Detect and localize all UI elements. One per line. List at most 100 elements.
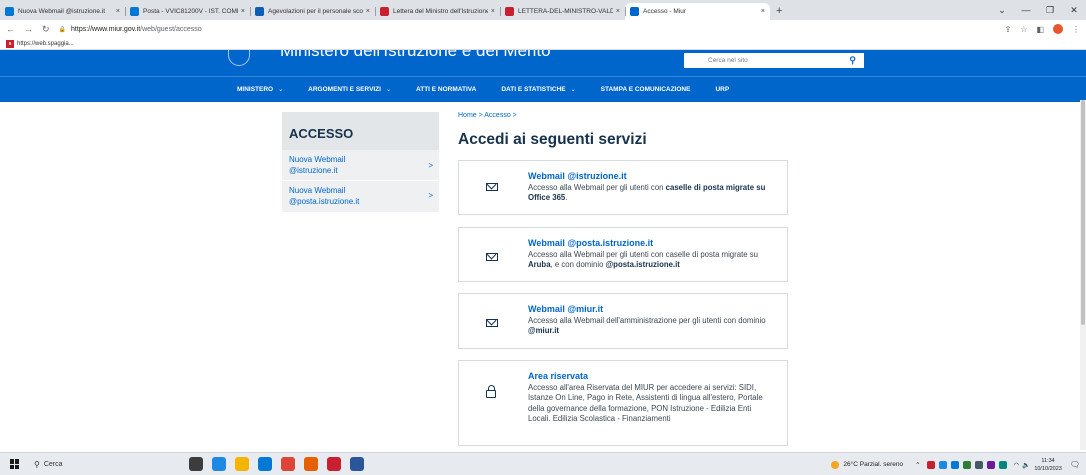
service-card-webmail-miur[interactable]: Webmail @miur.it Accesso alla Webmail de…: [458, 293, 788, 349]
sidebar-item-line2: @posta.istruzione.it: [289, 196, 360, 206]
speaker-icon[interactable]: 🔈: [1022, 461, 1030, 469]
taskbar-app-icon[interactable]: [281, 457, 295, 471]
tray-app-icon[interactable]: [974, 460, 983, 469]
bookmark-spaggiari[interactable]: https://web.spaggia...: [17, 41, 74, 47]
browser-tab[interactable]: Nuova Webmail @istruzione.it ×: [0, 3, 125, 20]
bookmarks-bar: s https://web.spaggia...: [0, 38, 1086, 50]
nav-item-dati-e-statistiche[interactable]: DATI E STATISTICHE ⌄: [501, 86, 575, 93]
tray-app-icon[interactable]: [950, 460, 959, 469]
tray-app-icon[interactable]: [998, 460, 1007, 469]
taskbar-clock[interactable]: 11:34 10/10/2023: [1034, 457, 1062, 473]
taskbar-search[interactable]: ⚲ Cerca: [34, 460, 189, 469]
url-path: /web/guest/accesso: [140, 25, 202, 33]
breadcrumb[interactable]: Home > Accesso >: [458, 112, 517, 119]
nav-item-urp[interactable]: URP: [715, 86, 729, 93]
taskbar-app-icon[interactable]: [327, 457, 341, 471]
service-card-webmail-istruzione[interactable]: Webmail @istruzione.it Accesso alla Webm…: [458, 160, 788, 215]
tray-app-icon[interactable]: [986, 460, 995, 469]
site-title[interactable]: Ministero dell'Istruzione e del Merito: [280, 50, 551, 61]
card-title[interactable]: Area riservata: [528, 371, 775, 382]
card-title[interactable]: Webmail @miur.it: [528, 304, 775, 315]
site-search-input[interactable]: Cerca nel sito ⚲: [684, 53, 864, 68]
tab-favicon-icon: [630, 7, 639, 16]
card-title[interactable]: Webmail @posta.istruzione.it: [528, 238, 775, 249]
bookmark-star-icon[interactable]: ☆: [1020, 25, 1027, 34]
close-tab-icon[interactable]: ×: [761, 8, 765, 15]
nav-item-label: URP: [715, 86, 730, 93]
card-text: Accesso alla Webmail per gli utenti con …: [528, 249, 758, 259]
taskbar-app-icon[interactable]: [258, 457, 272, 471]
taskbar-apps: [189, 457, 373, 471]
tab-title: Posta - VVIC81200V - IST. COMP.: [143, 8, 238, 15]
taskbar-app-icon[interactable]: [304, 457, 318, 471]
search-icon[interactable]: ⚲: [849, 55, 856, 66]
envelope-icon: [486, 253, 498, 261]
windows-start-icon[interactable]: [10, 459, 20, 469]
nav-item-atti-e-normativa[interactable]: ATTI E NORMATIVA: [416, 86, 476, 93]
card-text: .: [565, 193, 568, 203]
page-title: Accedi ai seguenti servizi: [458, 131, 647, 148]
close-tab-icon[interactable]: ×: [116, 8, 120, 15]
browser-tab[interactable]: Lettera del Ministro dell'Istruzione ×: [375, 3, 500, 20]
tab-title: Lettera del Ministro dell'Istruzione: [393, 8, 488, 15]
menu-kebab-icon[interactable]: ⋮: [1072, 25, 1080, 34]
browser-tab[interactable]: Agevolazioni per il personale scolastico…: [250, 3, 375, 20]
nav-item-label: STAMPA E COMUNICAZIONE: [600, 86, 691, 93]
close-tab-icon[interactable]: ×: [491, 8, 495, 15]
address-bar[interactable]: 🔒 https://www.miur.gov.it /web/guest/acc…: [59, 26, 202, 33]
service-card-webmail-posta[interactable]: Webmail @posta.istruzione.it Accesso all…: [458, 227, 788, 282]
card-text: Accesso all'area Riservata del MIUR per …: [528, 382, 763, 424]
tray-app-icon[interactable]: [962, 460, 971, 469]
card-title[interactable]: Webmail @istruzione.it: [528, 171, 775, 182]
tray-app-icon[interactable]: [926, 460, 935, 469]
close-tab-icon[interactable]: ×: [366, 8, 370, 15]
sidebar-item-line1: Nuova Webmail: [289, 155, 346, 164]
profile-avatar-icon[interactable]: [1053, 24, 1063, 34]
sidebar-item-label: Nuova Webmail @istruzione.it: [289, 154, 345, 176]
forward-arrow-icon[interactable]: →: [24, 24, 33, 34]
sidepanel-icon[interactable]: ◧: [1036, 25, 1044, 34]
taskbar-app-icon[interactable]: [189, 457, 203, 471]
nav-item-label: ARGOMENTI E SERVIZI: [308, 86, 381, 93]
spaggiari-favicon-icon: s: [6, 39, 14, 48]
clock-time: 11:34: [1041, 457, 1055, 464]
tab-favicon-icon: [505, 7, 514, 16]
minimize-button[interactable]: —: [1014, 5, 1038, 15]
browser-tab[interactable]: Posta - VVIC81200V - IST. COMP. ×: [125, 3, 250, 20]
taskbar-app-icon[interactable]: [235, 457, 249, 471]
system-tray: 26°C Parzial. sereno ⌃ ◠ 🔈 11:34 10/10/2…: [831, 453, 1086, 475]
tab-search-button[interactable]: ⌄: [990, 5, 1014, 16]
card-text-bold: @miur.it: [528, 326, 559, 336]
new-tab-button[interactable]: +: [770, 5, 790, 20]
taskbar-app-icon[interactable]: [212, 457, 226, 471]
share-icon[interactable]: ⇪: [1005, 25, 1012, 34]
restore-button[interactable]: ❐: [1038, 5, 1062, 16]
taskbar-app-icon[interactable]: [350, 457, 364, 471]
browser-tab[interactable]: LETTERA-DEL-MINISTRO-VALDITARA×: [500, 3, 625, 20]
notification-icon[interactable]: 🗨: [1070, 460, 1080, 469]
wifi-icon[interactable]: ◠: [1014, 461, 1020, 469]
service-card-area-riservata[interactable]: Area riservata Accesso all'area Riservat…: [458, 360, 788, 446]
card-body: Webmail @posta.istruzione.it Accesso all…: [528, 238, 775, 271]
sidebar-item-webmail-istruzione[interactable]: Nuova Webmail @istruzione.it >: [282, 150, 439, 180]
chevron-up-icon[interactable]: ⌃: [915, 461, 920, 469]
weather-widget[interactable]: 26°C Parzial. sereno: [831, 460, 903, 469]
nav-item-ministero[interactable]: MINISTERO ⌄: [237, 86, 283, 93]
close-tab-icon[interactable]: ×: [241, 8, 245, 15]
tray-app-icon[interactable]: [938, 460, 947, 469]
close-tab-icon[interactable]: ×: [616, 8, 620, 15]
back-arrow-icon[interactable]: ←: [6, 24, 15, 34]
padlock-icon: 🔒: [58, 26, 67, 33]
sidebar-item-webmail-posta[interactable]: Nuova Webmail @posta.istruzione.it >: [282, 180, 439, 210]
browser-tab[interactable]: Accesso - Miur ×: [625, 3, 770, 20]
scrollbar-thumb[interactable]: [1081, 100, 1085, 325]
nav-item-argomenti-e-servizi[interactable]: ARGOMENTI E SERVIZI ⌄: [308, 86, 391, 93]
nav-item-label: ATTI E NORMATIVA: [416, 86, 477, 93]
sidebar-item-line1: Nuova Webmail: [289, 185, 346, 195]
close-window-button[interactable]: ✕: [1062, 5, 1086, 16]
reload-icon[interactable]: ↻: [42, 24, 50, 35]
url-host: https://www.miur.gov.it: [71, 25, 141, 33]
page-scrollbar[interactable]: [1080, 100, 1086, 450]
nav-item-stampa-e-comunicazione[interactable]: STAMPA E COMUNICAZIONE: [601, 86, 691, 93]
nav-item-label: MINISTERO: [237, 86, 274, 93]
